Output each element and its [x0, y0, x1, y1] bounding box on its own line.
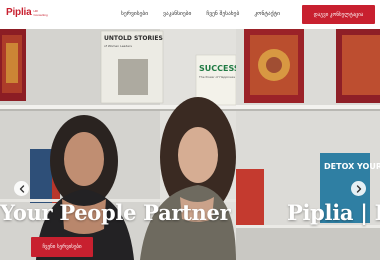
chevron-right-icon — [356, 184, 361, 193]
book-title-untold: UNTOLD STORIES — [104, 35, 163, 42]
logo-tagline: HR Consulting — [33, 9, 48, 17]
nav-item-about[interactable]: ჩვენ შესახებ — [206, 10, 239, 18]
consultation-button[interactable]: დაგვი კონსულტაცია — [302, 5, 375, 24]
nav-item-services[interactable]: სერვისები — [121, 10, 148, 18]
book-title-detox: DETOX YOUR CULTURE — [324, 162, 380, 171]
book-title-success: SUCCESS — [199, 64, 236, 73]
carousel-next-button[interactable] — [351, 181, 366, 196]
nav-item-contact[interactable]: კონტაქტი — [254, 10, 280, 18]
hero-title-2: Piplia | H — [287, 200, 380, 225]
our-services-button[interactable]: ჩვენი სერვისები — [31, 237, 93, 257]
hero-carousel: UNTOLD STORIES of Women Leaders SUCCESS … — [0, 29, 380, 260]
book-subtitle-success: The Power of Happiness — [198, 75, 235, 79]
hero-slide-2: DETOX YOUR CULTURE Piplia | H — [236, 29, 380, 260]
carousel-prev-button[interactable] — [14, 181, 29, 196]
book-subtitle-untold: of Women Leaders — [104, 44, 132, 48]
nav-item-vacancies[interactable]: ვაკანსიები — [163, 10, 191, 18]
logo-wordmark: Piplia — [6, 7, 32, 18]
hero-slide-1: UNTOLD STORIES of Women Leaders SUCCESS … — [0, 29, 236, 260]
main-nav: სერვისები ვაკანსიები ჩვენ შესახებ კონტაქ… — [121, 10, 280, 18]
site-header: Piplia HR Consulting სერვისები ვაკანსიებ… — [0, 0, 380, 29]
chevron-left-icon — [19, 184, 24, 193]
hero-title-1: Your People Partner — [0, 200, 231, 225]
site-logo[interactable]: Piplia HR Consulting — [6, 8, 51, 18]
